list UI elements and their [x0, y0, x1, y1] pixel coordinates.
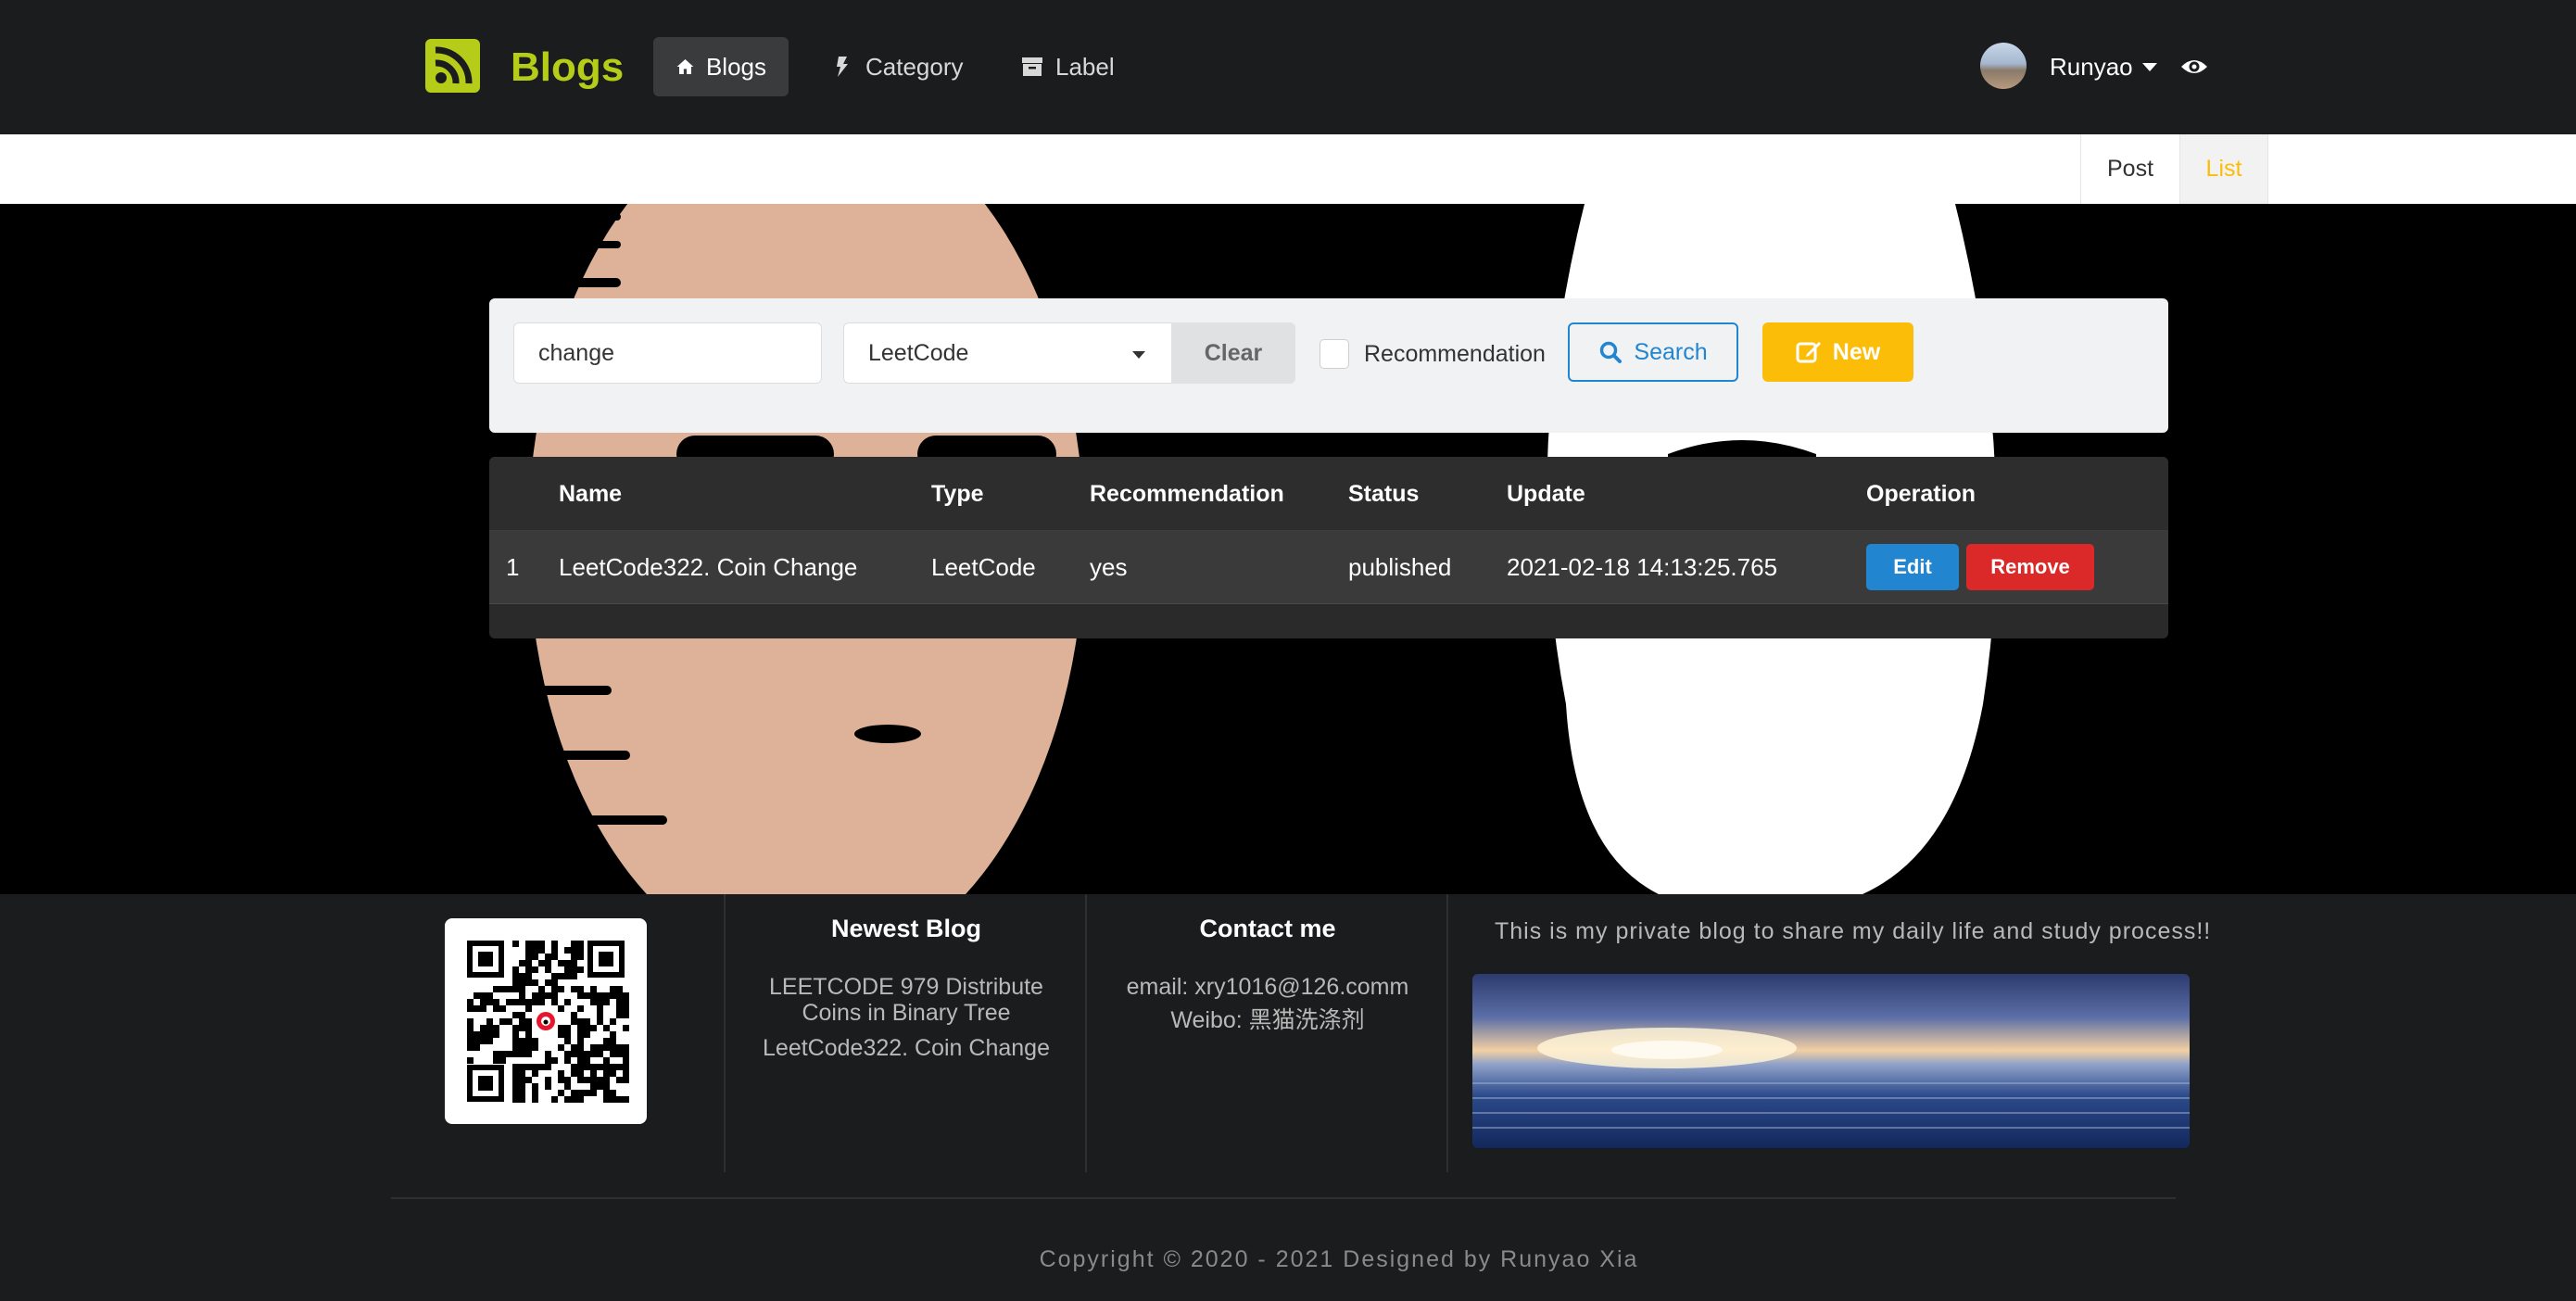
remove-button[interactable]: Remove — [1966, 544, 2094, 590]
footer-tagline: This is my private blog to share my dail… — [1495, 918, 2212, 944]
sub-menu: Post List — [0, 134, 2576, 204]
title-search-input[interactable]: change — [513, 322, 822, 384]
row-name: LeetCode322. Coin Change — [559, 553, 858, 581]
home-icon — [676, 58, 694, 75]
nav-item-label: Blogs — [705, 52, 766, 81]
search-icon — [1600, 341, 1623, 363]
archive-icon — [1022, 57, 1042, 76]
chevron-down-icon[interactable] — [2142, 63, 2157, 71]
nav-item-label-link[interactable]: Label — [998, 37, 1137, 96]
qr-code-image — [445, 918, 647, 1124]
contact-title: Contact me — [1199, 915, 1336, 942]
user-name[interactable]: Runyao — [2050, 48, 2133, 85]
new-button-label: New — [1832, 338, 1881, 365]
bolt-icon — [837, 57, 848, 77]
search-button[interactable]: Search — [1568, 322, 1738, 382]
recommendation-label: Recommendation — [1364, 341, 1546, 367]
nav-item-label: Label — [1055, 52, 1115, 81]
type-select-value: LeetCode — [868, 339, 969, 366]
copyright-text: Copyright © 2020 - 2021 Designed by Runy… — [1039, 1246, 1639, 1272]
rss-icon[interactable] — [425, 39, 480, 93]
new-blog-button[interactable]: New — [1762, 322, 1913, 382]
sunset-illustration — [1472, 1028, 2190, 1129]
column-header-update: Update — [1507, 480, 1585, 507]
nav-item-label: Category — [865, 52, 964, 81]
tab-list[interactable]: List — [2179, 134, 2268, 204]
column-header-status: Status — [1348, 480, 1420, 507]
table-header: Name Type Recommendation Status Update O… — [489, 457, 2168, 531]
clear-button[interactable]: Clear — [1171, 322, 1295, 384]
contact-email: email: xry1016@126.comm — [1126, 974, 1409, 1000]
search-button-label: Search — [1634, 338, 1708, 365]
footer-separator — [391, 1197, 2176, 1199]
edit-button[interactable]: Edit — [1866, 544, 1959, 590]
row-index: 1 — [506, 553, 520, 581]
contact-weibo: Weibo: 黑猫洗涤剂 — [1170, 1007, 1365, 1033]
newest-blog-item[interactable]: LEETCODE 979 Distribute — [726, 974, 1087, 1000]
column-header-type: Type — [931, 480, 984, 507]
column-header-recommendation: Recommendation — [1090, 480, 1284, 507]
newest-blog-title: Newest Blog — [830, 915, 982, 942]
blog-table: Name Type Recommendation Status Update O… — [489, 457, 2168, 638]
eye-icon[interactable] — [2180, 56, 2208, 78]
newest-blog-item[interactable]: Coins in Binary Tree — [726, 1000, 1087, 1026]
type-select[interactable]: LeetCode — [843, 322, 1172, 384]
search-panel: change LeetCode Clear Recommendation Sea… — [489, 298, 2168, 433]
row-status: published — [1348, 553, 1452, 581]
row-type: LeetCode — [931, 553, 1036, 581]
sunset-image — [1472, 974, 2190, 1148]
tab-post[interactable]: Post — [2080, 134, 2179, 204]
newest-blog-item[interactable]: LeetCode322. Coin Change — [726, 1035, 1087, 1061]
column-header-name: Name — [559, 480, 623, 507]
top-navbar: Blogs Blogs Category Label Runyao — [0, 0, 2576, 134]
brand-title[interactable]: Blogs — [511, 37, 624, 98]
row-update: 2021-02-18 14:13:25.765 — [1507, 553, 1778, 581]
nav-item-category[interactable]: Category — [808, 37, 986, 96]
chevron-down-icon — [1132, 351, 1145, 359]
nav-item-blogs[interactable]: Blogs — [653, 37, 789, 96]
footer: Newest Blog LEETCODE 979 Distribute Coin… — [0, 894, 2576, 1301]
table-row: 1 LeetCode322. Coin Change LeetCode yes … — [489, 531, 2168, 604]
recommendation-checkbox[interactable] — [1320, 339, 1349, 369]
column-header-operation: Operation — [1866, 480, 1976, 507]
qr-code-icon — [467, 941, 629, 1103]
edit-icon — [1796, 342, 1821, 363]
avatar[interactable] — [1980, 43, 2027, 89]
row-recommendation: yes — [1090, 553, 1128, 581]
